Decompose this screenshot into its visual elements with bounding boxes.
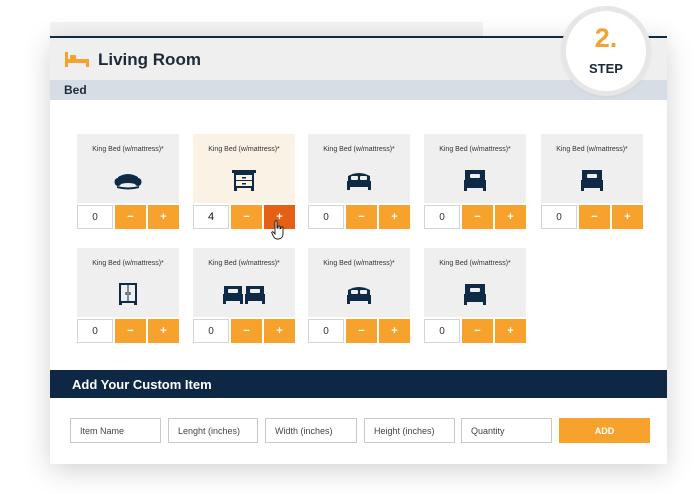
quantity-input[interactable]: 0: [308, 205, 344, 229]
increment-button[interactable]: +: [495, 205, 526, 229]
item-name: King Bed (w/mattress)*: [208, 260, 280, 267]
bed-icon: [65, 52, 89, 67]
quantity-input[interactable]: 0: [77, 205, 113, 229]
item-name: King Bed (w/mattress)*: [323, 260, 395, 267]
wardrobe-icon: [119, 283, 137, 305]
nightstand-icon: [232, 170, 256, 191]
decrement-button[interactable]: −: [462, 319, 493, 343]
item-card: King Bed (w/mattress)* 0 − +: [308, 248, 410, 348]
quantity-input[interactable]: 0: [424, 205, 460, 229]
increment-button[interactable]: +: [148, 319, 179, 343]
quantity-input[interactable]: 0: [308, 319, 344, 343]
decrement-button[interactable]: −: [579, 205, 610, 229]
decrement-button[interactable]: −: [115, 205, 146, 229]
increment-button[interactable]: +: [264, 319, 295, 343]
item-name: King Bed (w/mattress)*: [323, 146, 395, 153]
item-name-field[interactable]: Item Name: [70, 418, 161, 443]
armchair-icon: [114, 174, 142, 190]
item-card: King Bed (w/mattress)* 0 − +: [424, 248, 526, 348]
twin-beds-icon: [223, 286, 265, 304]
double-bed-icon: [347, 287, 371, 304]
double-bed-icon: [347, 173, 371, 190]
length-field[interactable]: Lenght (inches): [168, 418, 258, 443]
hand-cursor-icon: [271, 220, 284, 240]
single-bed-icon: [464, 284, 486, 305]
decrement-button[interactable]: −: [231, 205, 262, 229]
step-label: STEP: [589, 61, 623, 76]
page-title: Living Room: [98, 50, 201, 69]
quantity-input[interactable]: 0: [77, 319, 113, 343]
item-card: King Bed (w/mattress)* 0 − +: [193, 248, 295, 348]
item-name: King Bed (w/mattress)*: [92, 260, 164, 267]
quantity-input[interactable]: 4: [193, 205, 229, 229]
increment-button[interactable]: +: [379, 205, 410, 229]
item-card: King Bed (w/mattress)* 0 − +: [541, 134, 643, 234]
inventory-card: Living Room Bed King Bed (w/mattress)* 0…: [50, 36, 667, 464]
add-button[interactable]: ADD: [559, 418, 650, 443]
decrement-button[interactable]: −: [346, 205, 377, 229]
decrement-button[interactable]: −: [231, 319, 262, 343]
item-card: King Bed (w/mattress)* 0 − +: [77, 134, 179, 234]
decrement-button[interactable]: −: [115, 319, 146, 343]
item-name: King Bed (w/mattress)*: [439, 146, 511, 153]
step-badge: 2. STEP: [561, 6, 651, 96]
width-field[interactable]: Width (inches): [265, 418, 357, 443]
item-card: King Bed (w/mattress)* 0 − +: [308, 134, 410, 234]
item-card: King Bed (w/mattress)* 0 − +: [77, 248, 179, 348]
item-name: King Bed (w/mattress)*: [556, 146, 628, 153]
quantity-input[interactable]: 0: [541, 205, 577, 229]
quantity-input[interactable]: 0: [193, 319, 229, 343]
increment-button[interactable]: +: [148, 205, 179, 229]
single-bed-icon: [581, 170, 603, 191]
custom-item-bar: Add Your Custom Item: [50, 370, 667, 398]
item-name: King Bed (w/mattress)*: [439, 260, 511, 267]
increment-button[interactable]: +: [379, 319, 410, 343]
quantity-field[interactable]: Quantity: [461, 418, 552, 443]
decrement-button[interactable]: −: [346, 319, 377, 343]
item-name: King Bed (w/mattress)*: [92, 146, 164, 153]
custom-item-title: Add Your Custom Item: [72, 377, 212, 392]
height-field[interactable]: Height (inches): [364, 418, 455, 443]
section-label: Bed: [64, 83, 87, 97]
item-card: King Bed (w/mattress)* 0 − +: [424, 134, 526, 234]
decrement-button[interactable]: −: [462, 205, 493, 229]
increment-button[interactable]: +: [612, 205, 643, 229]
top-strip: [50, 22, 483, 36]
item-card: King Bed (w/mattress)* 4 − +: [193, 134, 295, 234]
step-number: 2.: [594, 23, 618, 53]
single-bed-icon: [464, 170, 486, 191]
quantity-input[interactable]: 0: [424, 319, 460, 343]
item-name: King Bed (w/mattress)*: [208, 146, 280, 153]
increment-button[interactable]: +: [495, 319, 526, 343]
